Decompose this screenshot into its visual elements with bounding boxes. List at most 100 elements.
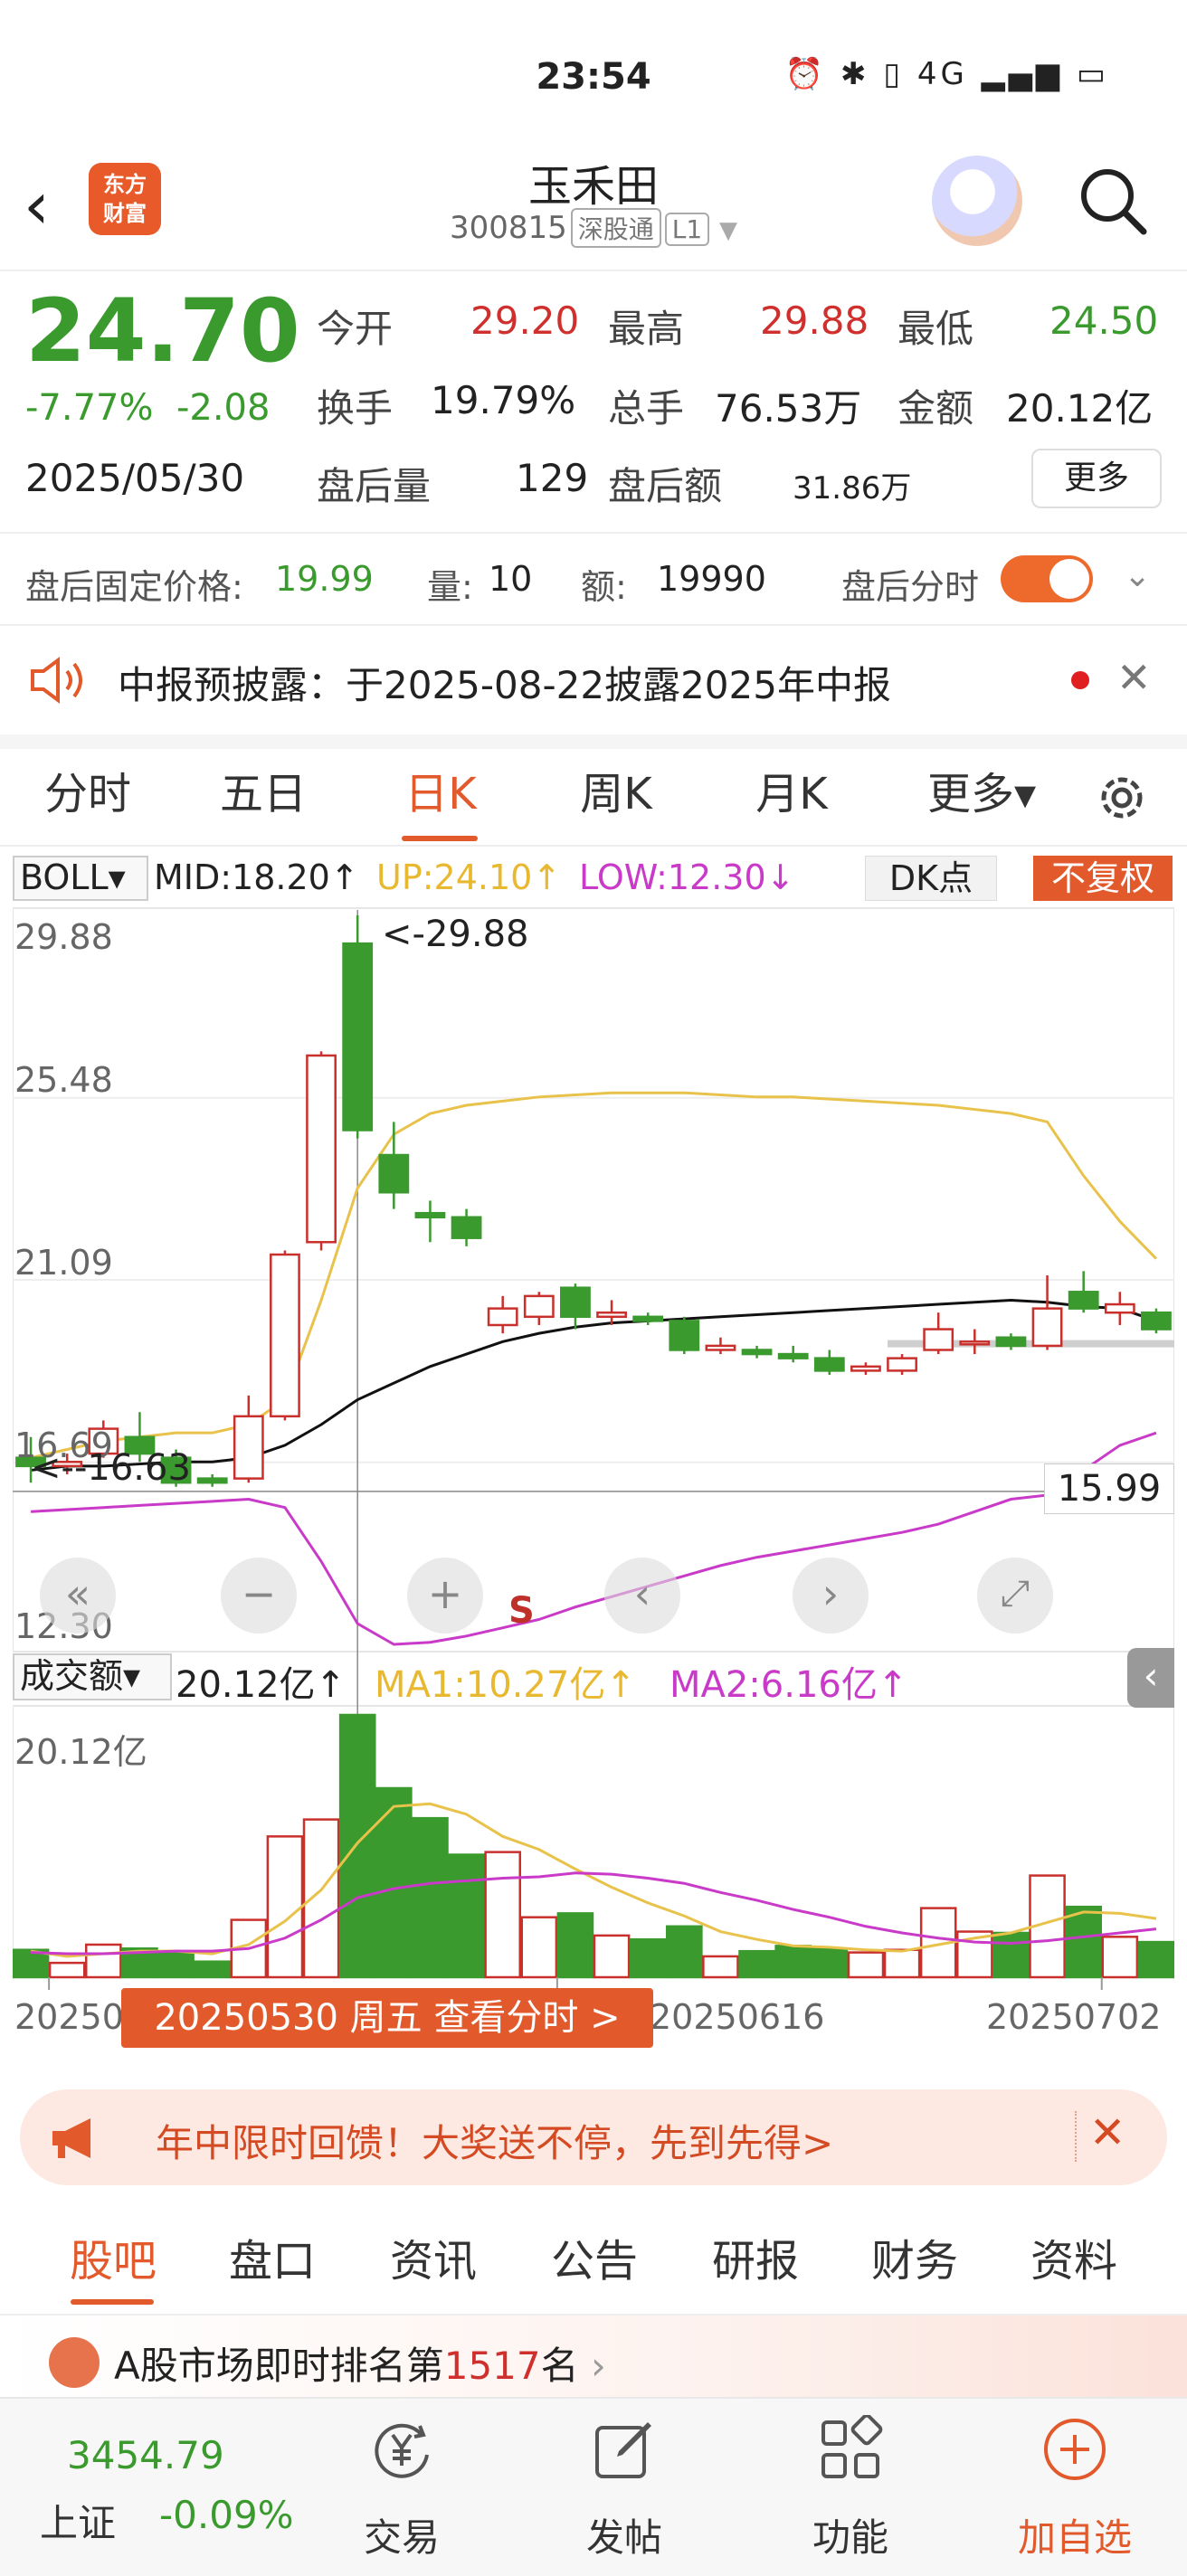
ranking-text: A股市场即时排名第1517名 › [114, 2335, 606, 2391]
candle-body [560, 1286, 591, 1319]
notice-bar[interactable]: 中报预披露：于2025-08-22披露2025年中报 ✕ [0, 626, 1187, 734]
candle-body [813, 1357, 845, 1372]
promo-banner[interactable]: 年中限时回馈！大奖送不停，先到先得> ✕ [20, 2089, 1167, 2185]
candle-body [414, 1211, 446, 1219]
view-fenshi-tip[interactable]: 20250530 周五 查看分时 > [121, 1988, 653, 2048]
volume-value: 76.53万 [715, 386, 862, 431]
date-label-right: 20250702 [986, 1997, 1162, 2037]
turnover-label: 换手 [317, 386, 394, 431]
candle-body [596, 1311, 627, 1319]
volume-bar [266, 1835, 304, 1979]
step-right-button[interactable]: › [793, 1558, 869, 1634]
volume-indicator-select[interactable]: 成交额▾ [13, 1653, 172, 1700]
after-amount-value: 31.86万 [793, 470, 912, 507]
ranking-prefix: A股市场即时排名第 [114, 2344, 444, 2388]
tab-day-k[interactable]: 日K [373, 749, 508, 847]
tab-month-k[interactable]: 月K [724, 749, 859, 847]
volume-bar [992, 1931, 1030, 1979]
collapse-panel-button[interactable]: ‹ [1127, 1648, 1174, 1708]
grid-apps-icon [821, 2415, 883, 2478]
tab-announcement[interactable]: 公告 [518, 2225, 671, 2288]
nav-post-label: 发帖 [585, 2515, 662, 2560]
candle-body [378, 1153, 410, 1194]
nav-post[interactable]: 发帖 [534, 2399, 715, 2576]
chevron-down-icon[interactable]: ⌄ [1124, 557, 1151, 594]
tab-guba[interactable]: 股吧 [36, 2225, 190, 2288]
zoom-out-button[interactable]: − [221, 1558, 297, 1634]
settings-gear-icon[interactable] [1093, 769, 1151, 827]
tab-fenshi[interactable]: 分时 [20, 749, 156, 847]
tab-finance[interactable]: 财务 [838, 2225, 992, 2288]
candle-body [523, 1294, 555, 1319]
volume-bar [847, 1951, 885, 1979]
notice-text: 中报预披露：于2025-08-22披露2025年中报 [118, 663, 891, 707]
status-icons: ⏰ ✱ ▯ 4G ▂▄▆ ▭ [784, 56, 1109, 92]
active-tab-underline [402, 836, 478, 841]
boll-up-line [30, 1091, 1158, 1460]
tab-profile[interactable]: 资料 [997, 2225, 1151, 2288]
candle-body [887, 1357, 917, 1372]
open-value: 29.20 [470, 298, 580, 343]
max-price-marker: <-29.88 [382, 914, 529, 955]
ranking-number: 1517 [443, 2344, 541, 2388]
tab-pankou[interactable]: 盘口 [195, 2225, 349, 2288]
high-label: 最高 [608, 307, 685, 351]
after-volume-value: 129 [516, 456, 589, 500]
after-volume-label: 盘后量 [317, 464, 432, 508]
nav-add-watchlist-label: 加自选 [1017, 2515, 1132, 2560]
more-button[interactable]: 更多 [1031, 449, 1162, 508]
volume-axis-label: 20.12亿 [14, 1732, 147, 1772]
close-icon[interactable]: ✕ [1116, 653, 1152, 702]
banner-divider [1075, 2111, 1077, 2162]
volume-bar [1065, 1905, 1102, 1979]
tab-research[interactable]: 研报 [679, 2225, 832, 2288]
ranking-suffix: 名 [540, 2344, 579, 2388]
boll-indicator-select[interactable]: BOLL▾ [13, 856, 148, 901]
search-icon[interactable] [1077, 165, 1149, 237]
volume-bar [302, 1818, 340, 1979]
volume-bar [338, 1713, 376, 1979]
ranking-row[interactable]: A股市场即时排名第1517名 › [0, 2316, 1187, 2397]
fast-back-button[interactable]: « [40, 1558, 116, 1634]
kline-chart-area[interactable]: BOLL▾ MID:18.20↑ UP:24.10↑ LOW:12.30↓ DK… [13, 847, 1174, 2064]
candle-body [1068, 1291, 1099, 1310]
change-amount: -2.08 [176, 387, 271, 429]
banner-close-icon[interactable]: ✕ [1089, 2107, 1125, 2158]
dk-point-button[interactable]: DK点 [865, 856, 997, 901]
index-value: 3454.79 [67, 2433, 224, 2477]
level-tag: L1 [664, 213, 710, 246]
separator [0, 734, 1187, 749]
nav-functions[interactable]: 功能 [760, 2399, 941, 2576]
fuquan-button[interactable]: 不复权 [1033, 856, 1173, 901]
sell-signal-marker: S [508, 1590, 535, 1632]
boll-low: LOW:12.30↓ [579, 857, 795, 897]
volume-bar [593, 1934, 631, 1979]
speaker-icon [31, 657, 82, 704]
tab-week-k[interactable]: 周K [548, 749, 684, 847]
candle-body [270, 1253, 300, 1418]
candle-body [342, 942, 374, 1132]
nav-trade[interactable]: 交易 [311, 2399, 492, 2576]
step-left-button[interactable]: ‹ [604, 1558, 680, 1634]
tab-news[interactable]: 资讯 [356, 2225, 510, 2288]
fixed-price-label: 盘后固定价格: [25, 567, 243, 607]
fullscreen-icon[interactable]: ⤢ [977, 1558, 1053, 1634]
stock-code: 300815 [449, 210, 567, 246]
index-ticker[interactable]: 3454.79 上证 -0.09% [0, 2399, 326, 2576]
nav-add-watchlist[interactable]: 加自选 [984, 2399, 1165, 2576]
candle-body [487, 1307, 518, 1327]
turnover-value: 19.79% [431, 378, 576, 422]
axis-label-top: 29.88 [14, 917, 113, 957]
index-percent: -0.09% [159, 2493, 294, 2537]
volume-bar [85, 1943, 122, 1979]
tab-more[interactable]: 更多▾ [905, 749, 1059, 847]
volume-value: 20.12亿↑ [176, 1664, 347, 1706]
candle-body [1104, 1302, 1135, 1314]
after-fenshi-toggle[interactable] [1001, 555, 1093, 602]
volume-bar [702, 1955, 739, 1979]
robot-assistant-icon[interactable] [932, 156, 1022, 246]
zoom-in-button[interactable]: + [407, 1558, 483, 1634]
tab-five-day[interactable]: 五日 [195, 749, 331, 847]
open-label: 今开 [317, 307, 394, 351]
index-name: 上证 [40, 2501, 117, 2545]
